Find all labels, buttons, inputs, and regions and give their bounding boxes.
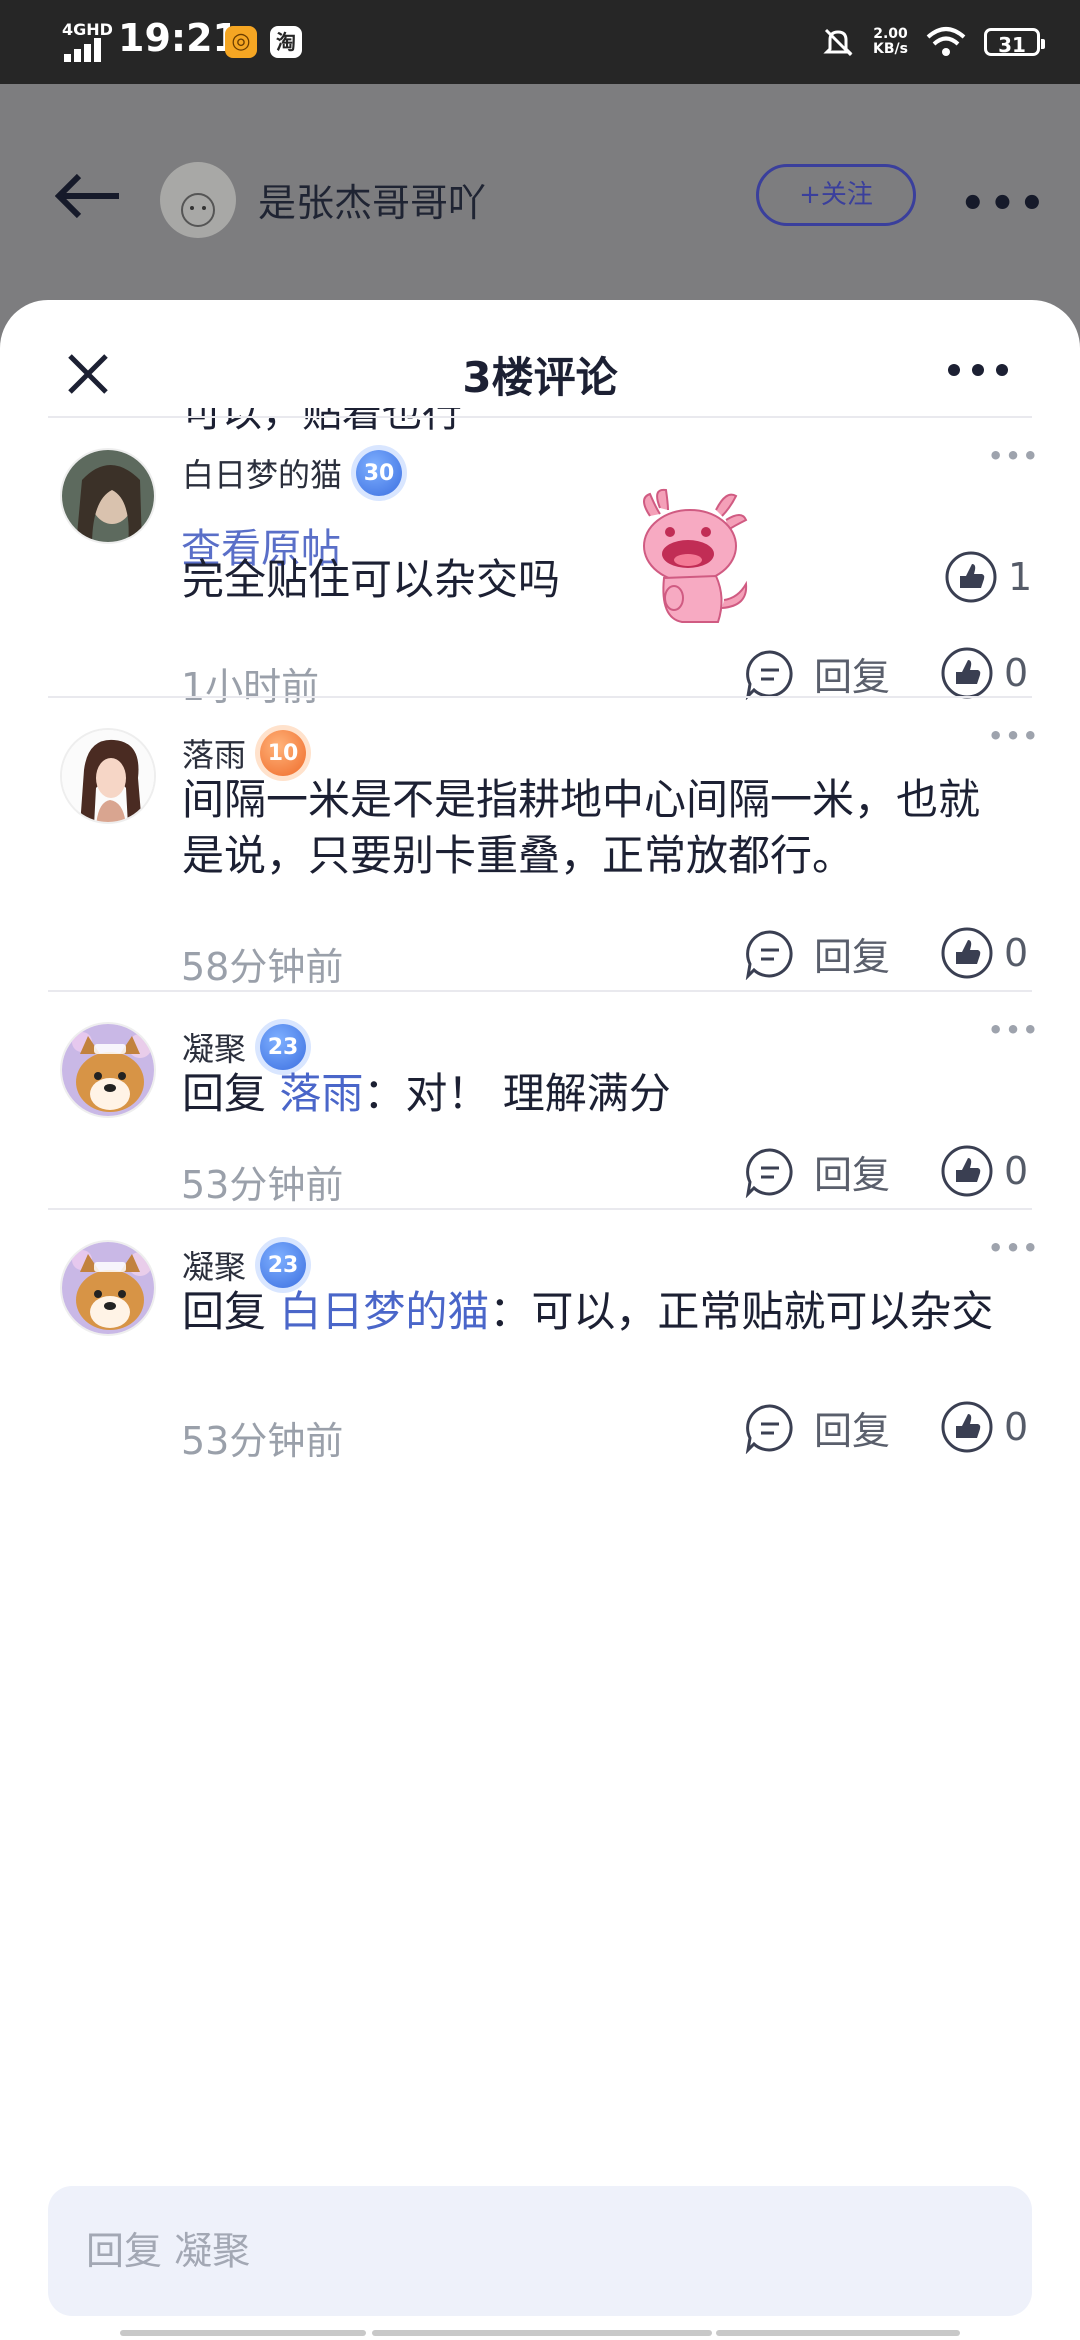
username[interactable]: 白日梦的猫 (182, 450, 342, 496)
signal-icon (64, 38, 101, 62)
level-badge: 23 (260, 1024, 307, 1070)
reply-input[interactable]: 回复 凝聚 (48, 2186, 1032, 2316)
comment-more-icon[interactable]: ••• (988, 442, 1040, 470)
like-count: 0 (1004, 1149, 1029, 1193)
post-header: 是张杰哥哥吖 +关注 ••• (0, 84, 1080, 314)
back-arrow-icon[interactable] (55, 174, 121, 218)
comment-more-icon[interactable]: ••• (988, 1016, 1040, 1044)
comment-text: 回复 白日梦的猫：可以，正常贴就可以杂交 (182, 1287, 994, 1336)
comment-text: 完全贴住可以杂交吗 (182, 555, 561, 604)
avatar[interactable] (60, 728, 156, 824)
sheet-title: 3楼评论 (462, 353, 618, 402)
floor-comment-sheet: 3楼评论 可以，贴着也行 查看原帖 1 白日梦的猫 30 ••• 完全贴住可以杂… (0, 300, 1080, 2340)
username[interactable]: 凝聚 (182, 1024, 246, 1070)
username-row: 凝聚 23 (182, 1242, 307, 1288)
reply-button[interactable]: 回复 (744, 1400, 890, 1455)
thumbs-up-icon (941, 927, 993, 979)
like-button[interactable]: 0 (940, 926, 1028, 980)
divider (48, 416, 1032, 418)
mention-link[interactable]: 落雨 (279, 1069, 363, 1118)
mention-link[interactable]: 白日梦的猫 (279, 1287, 489, 1336)
username-row: 落雨 10 (182, 730, 307, 776)
like-button[interactable]: 0 (940, 1400, 1028, 1454)
network-type: 4GHD (62, 20, 113, 39)
comment-bubble-icon (745, 1147, 793, 1198)
divider (48, 696, 1032, 698)
scroll-indicator (372, 2330, 712, 2336)
reply-button[interactable]: 回复 (744, 646, 890, 701)
more-options-icon[interactable]: ••• (960, 184, 1049, 224)
comment-time: 58分钟前 (181, 945, 344, 989)
thumbs-up-icon (941, 647, 993, 699)
mute-bell-icon (823, 28, 853, 57)
like-count: 0 (1004, 931, 1029, 975)
username-row: 凝聚 23 (182, 1024, 307, 1070)
like-button[interactable]: 0 (940, 1144, 1028, 1198)
like-count: 0 (1004, 651, 1029, 695)
author-avatar[interactable] (160, 162, 236, 238)
scroll-indicator (716, 2330, 960, 2336)
level-badge: 23 (260, 1242, 307, 1288)
comment-bubble-icon (745, 929, 793, 980)
comment-more-icon[interactable]: ••• (988, 1234, 1040, 1262)
clock: 19:21 (118, 16, 239, 60)
username[interactable]: 凝聚 (182, 1242, 246, 1288)
comment-bubble-icon (745, 649, 793, 700)
comment-text: 回复 落雨：对！ 理解满分 (182, 1069, 671, 1118)
avatar[interactable] (60, 1240, 156, 1336)
status-bar: 4GHD 19:21 ◎ 淘 2.00 KB/s 31 (0, 0, 1080, 84)
reply-button[interactable]: 回复 (744, 1144, 890, 1199)
follow-button[interactable]: +关注 (756, 164, 916, 226)
thumbs-up-icon (941, 1401, 993, 1453)
level-badge: 10 (260, 730, 307, 776)
divider (48, 990, 1032, 992)
comment-bubble-icon (745, 1403, 793, 1454)
floor-content-cutoff: 可以，贴着也行 (182, 408, 462, 434)
username-row: 白日梦的猫 30 (182, 450, 403, 496)
comment-time: 1小时前 (181, 665, 320, 709)
comment-text: 间隔一米是不是指耕地中心间隔一米，也就是说，只要别卡重叠，正常放都行。 (182, 775, 981, 880)
avatar[interactable] (60, 448, 156, 544)
level-badge: 30 (356, 450, 403, 496)
comment-more-icon[interactable]: ••• (988, 722, 1040, 750)
battery-icon: 31 (984, 28, 1045, 57)
like-button[interactable]: 0 (940, 646, 1028, 700)
more-options-icon[interactable] (946, 362, 1010, 378)
avatar[interactable] (60, 1022, 156, 1118)
wifi-icon (926, 27, 966, 56)
like-count: 1 (1008, 555, 1033, 599)
comment-time: 53分钟前 (181, 1163, 344, 1207)
author-name[interactable]: 是张杰哥哥吖 (258, 172, 486, 227)
taobao-notification-icon: 淘 (270, 26, 302, 58)
axolotl-sticker-image (643, 488, 748, 623)
divider (48, 1208, 1032, 1210)
username[interactable]: 落雨 (182, 730, 246, 776)
scroll-indicator (120, 2330, 366, 2336)
app-notification-icon: ◎ (225, 26, 257, 58)
like-count: 0 (1004, 1405, 1029, 1449)
network-speed: 2.00 KB/s (873, 26, 908, 57)
thumbs-up-icon (941, 1145, 993, 1197)
comment-time: 53分钟前 (181, 1419, 344, 1463)
reply-button[interactable]: 回复 (744, 926, 890, 981)
